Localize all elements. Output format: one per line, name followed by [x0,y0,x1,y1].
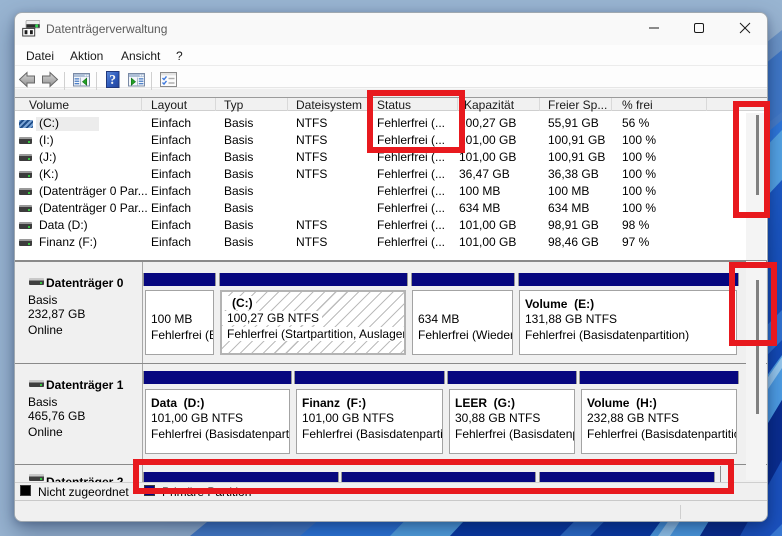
svg-text:?: ? [109,72,116,87]
